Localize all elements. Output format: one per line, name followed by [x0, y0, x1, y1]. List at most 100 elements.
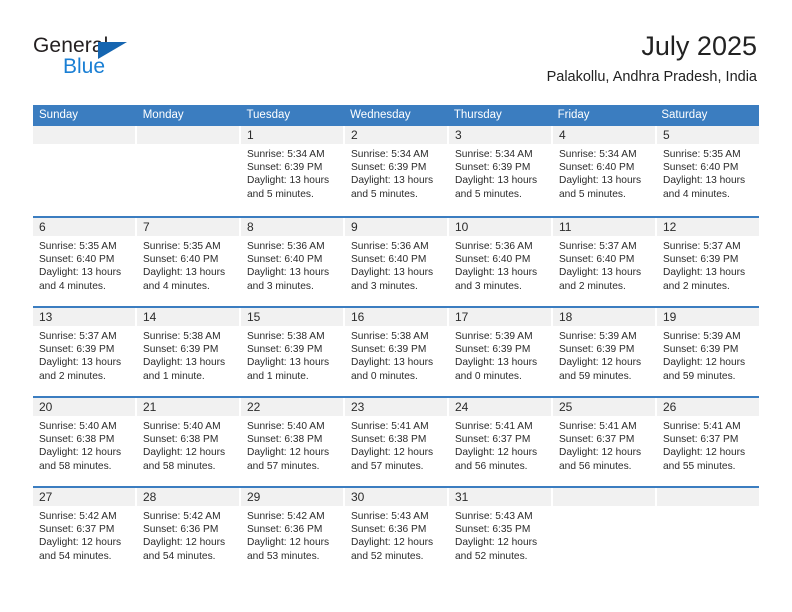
sunrise-text: Sunrise: 5:42 AM: [247, 511, 325, 522]
daylight-text-line1: Daylight: 12 hours: [143, 537, 226, 549]
day-number-band: 16: [345, 308, 447, 326]
day-cell[interactable]: 2 Sunrise: 5:34 AM Sunset: 6:39 PM Daylight…: [345, 126, 449, 216]
day-number: 26: [663, 400, 677, 414]
day-number: 18: [559, 310, 573, 324]
daylight-text-line1: Daylight: 12 hours: [39, 447, 122, 459]
page-title: July 2025: [641, 31, 757, 61]
day-cell[interactable]: 31 Sunrise: 5:43 AM Sunset: 6:35 PM Dayligh…: [449, 488, 553, 576]
daylight-text-line2: and 57 minutes.: [351, 460, 424, 472]
week-row: 13 Sunrise: 5:37 AM Sunset: 6:39 PM Dayligh…: [33, 306, 759, 396]
day-cell[interactable]: 30 Sunrise: 5:43 AM Sunset: 6:36 PM Dayligh…: [345, 488, 449, 576]
day-number: 24: [455, 400, 469, 414]
day-number: 14: [143, 310, 157, 324]
day-number: 13: [39, 310, 53, 324]
sunrise-text: Sunrise: 5:34 AM: [247, 149, 325, 160]
day-cell[interactable]: 16 Sunrise: 5:38 AM Sunset: 6:39 PM Dayligh…: [345, 308, 449, 396]
day-cell[interactable]: 9 Sunrise: 5:36 AM Sunset: 6:40 PM Daylight…: [345, 218, 449, 306]
day-number: 23: [351, 400, 365, 414]
day-number: 4: [559, 128, 566, 142]
day-info: Sunrise: 5:40 AM Sunset: 6:38 PM Daylight:…: [33, 416, 135, 473]
day-cell[interactable]: 22 Sunrise: 5:40 AM Sunset: 6:38 PM Dayligh…: [241, 398, 345, 486]
sunrise-text: Sunrise: 5:36 AM: [351, 241, 429, 252]
daylight-text-line2: and 59 minutes.: [663, 370, 736, 382]
page-header: General Blue July 2025 Palakollu, Andhra…: [33, 30, 757, 92]
sunset-text: Sunset: 6:37 PM: [39, 524, 115, 536]
day-cell[interactable]: 29 Sunrise: 5:42 AM Sunset: 6:36 PM Dayligh…: [241, 488, 345, 576]
sunset-text: Sunset: 6:40 PM: [663, 162, 739, 174]
day-cell[interactable]: 11 Sunrise: 5:37 AM Sunset: 6:40 PM Dayligh…: [553, 218, 657, 306]
daylight-text-line1: Daylight: 12 hours: [455, 447, 538, 459]
sunset-text: Sunset: 6:40 PM: [559, 254, 635, 266]
day-number: 7: [143, 220, 150, 234]
general-blue-logo[interactable]: General Blue: [33, 34, 233, 88]
day-cell[interactable]: 7 Sunrise: 5:35 AM Sunset: 6:40 PM Daylight…: [137, 218, 241, 306]
day-cell[interactable]: 20 Sunrise: 5:40 AM Sunset: 6:38 PM Dayligh…: [33, 398, 137, 486]
day-info: Sunrise: 5:42 AM Sunset: 6:36 PM Daylight:…: [137, 506, 239, 563]
day-cell[interactable]: 26 Sunrise: 5:41 AM Sunset: 6:37 PM Dayligh…: [657, 398, 759, 486]
day-number-band: 19: [657, 308, 759, 326]
day-number: 21: [143, 400, 157, 414]
daylight-text-line2: and 5 minutes.: [455, 188, 522, 200]
day-number-band: 20: [33, 398, 135, 416]
sunrise-text: Sunrise: 5:35 AM: [663, 149, 741, 160]
daylight-text-line2: and 0 minutes.: [455, 370, 522, 382]
day-number-band: 29: [241, 488, 343, 506]
daylight-text-line2: and 5 minutes.: [559, 188, 626, 200]
day-number-band: 10: [449, 218, 551, 236]
daylight-text-line1: Daylight: 13 hours: [143, 357, 226, 369]
day-cell[interactable]: 17 Sunrise: 5:39 AM Sunset: 6:39 PM Dayligh…: [449, 308, 553, 396]
daylight-text-line1: Daylight: 13 hours: [39, 267, 122, 279]
daylight-text-line2: and 53 minutes.: [247, 550, 320, 562]
day-cell[interactable]: 18 Sunrise: 5:39 AM Sunset: 6:39 PM Dayligh…: [553, 308, 657, 396]
day-number: 25: [559, 400, 573, 414]
daylight-text-line1: Daylight: 13 hours: [39, 357, 122, 369]
day-cell[interactable]: 23 Sunrise: 5:41 AM Sunset: 6:38 PM Dayligh…: [345, 398, 449, 486]
day-number-band: 23: [345, 398, 447, 416]
sunrise-text: Sunrise: 5:41 AM: [559, 421, 637, 432]
daylight-text-line2: and 54 minutes.: [39, 550, 112, 562]
day-cell[interactable]: 24 Sunrise: 5:41 AM Sunset: 6:37 PM Dayligh…: [449, 398, 553, 486]
sunrise-text: Sunrise: 5:38 AM: [247, 331, 325, 342]
sunrise-text: Sunrise: 5:35 AM: [39, 241, 117, 252]
daylight-text-line2: and 57 minutes.: [247, 460, 320, 472]
day-number-band: 27: [33, 488, 135, 506]
sunset-text: Sunset: 6:39 PM: [143, 344, 219, 356]
daylight-text-line1: Daylight: 12 hours: [559, 447, 642, 459]
day-number: 28: [143, 490, 157, 504]
day-cell[interactable]: 15 Sunrise: 5:38 AM Sunset: 6:39 PM Dayligh…: [241, 308, 345, 396]
weekday-header-sunday: Sunday: [39, 109, 79, 121]
daylight-text-line1: Daylight: 13 hours: [455, 357, 538, 369]
day-cell[interactable]: 10 Sunrise: 5:36 AM Sunset: 6:40 PM Dayligh…: [449, 218, 553, 306]
day-cell[interactable]: 14 Sunrise: 5:38 AM Sunset: 6:39 PM Dayligh…: [137, 308, 241, 396]
day-cell[interactable]: 13 Sunrise: 5:37 AM Sunset: 6:39 PM Dayligh…: [33, 308, 137, 396]
day-cell[interactable]: 12 Sunrise: 5:37 AM Sunset: 6:39 PM Dayligh…: [657, 218, 759, 306]
sunset-text: Sunset: 6:39 PM: [559, 344, 635, 356]
sunset-text: Sunset: 6:39 PM: [663, 254, 739, 266]
day-cell[interactable]: 19 Sunrise: 5:39 AM Sunset: 6:39 PM Dayligh…: [657, 308, 759, 396]
sunset-text: Sunset: 6:39 PM: [247, 344, 323, 356]
day-cell[interactable]: 21 Sunrise: 5:40 AM Sunset: 6:38 PM Dayligh…: [137, 398, 241, 486]
daylight-text-line1: Daylight: 13 hours: [351, 267, 434, 279]
day-cell[interactable]: 28 Sunrise: 5:42 AM Sunset: 6:36 PM Dayligh…: [137, 488, 241, 576]
day-info: Sunrise: 5:36 AM Sunset: 6:40 PM Daylight:…: [345, 236, 447, 293]
day-number: 15: [247, 310, 261, 324]
day-cell-empty: [657, 488, 759, 576]
day-cell[interactable]: 6 Sunrise: 5:35 AM Sunset: 6:40 PM Daylight…: [33, 218, 137, 306]
daylight-text-line2: and 2 minutes.: [559, 280, 626, 292]
day-cell[interactable]: 4 Sunrise: 5:34 AM Sunset: 6:40 PM Daylight…: [553, 126, 657, 216]
daylight-text-line1: Daylight: 13 hours: [559, 267, 642, 279]
calendar-page: General Blue July 2025 Palakollu, Andhra…: [0, 0, 792, 612]
daylight-text-line2: and 55 minutes.: [663, 460, 736, 472]
day-cell[interactable]: 27 Sunrise: 5:42 AM Sunset: 6:37 PM Dayligh…: [33, 488, 137, 576]
sunrise-text: Sunrise: 5:39 AM: [455, 331, 533, 342]
day-info: Sunrise: 5:40 AM Sunset: 6:38 PM Daylight:…: [137, 416, 239, 473]
day-cell[interactable]: 1 Sunrise: 5:34 AM Sunset: 6:39 PM Daylight…: [241, 126, 345, 216]
sunset-text: Sunset: 6:39 PM: [39, 344, 115, 356]
day-cell[interactable]: 8 Sunrise: 5:36 AM Sunset: 6:40 PM Daylight…: [241, 218, 345, 306]
daylight-text-line1: Daylight: 13 hours: [143, 267, 226, 279]
day-cell[interactable]: 5 Sunrise: 5:35 AM Sunset: 6:40 PM Daylight…: [657, 126, 759, 216]
week-row: 27 Sunrise: 5:42 AM Sunset: 6:37 PM Dayligh…: [33, 486, 759, 576]
sunrise-text: Sunrise: 5:36 AM: [247, 241, 325, 252]
day-cell[interactable]: 25 Sunrise: 5:41 AM Sunset: 6:37 PM Dayligh…: [553, 398, 657, 486]
day-cell[interactable]: 3 Sunrise: 5:34 AM Sunset: 6:39 PM Daylight…: [449, 126, 553, 216]
